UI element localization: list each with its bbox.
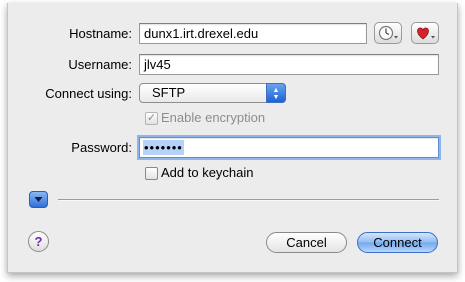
protocol-popup[interactable]: SFTP ▲ ▼ [139,83,286,103]
password-label: Password: [71,140,132,155]
checkmark-icon: ✓ [146,112,157,124]
keychain-label: Add to keychain [161,165,254,180]
help-icon: ? [34,234,43,249]
connect-using-label: Connect using: [45,86,132,101]
keychain-checkbox[interactable] [145,167,158,180]
separator [58,199,439,200]
username-label: Username: [68,57,132,72]
heart-icon [417,27,435,40]
password-value: ••••••• [143,140,184,155]
hostname-field[interactable]: dunx1.irt.drexel.edu [139,23,367,44]
history-button[interactable] [374,22,402,44]
up-down-arrows-icon: ▲ ▼ [266,83,286,103]
options-disclosure-button[interactable] [29,191,48,208]
protocol-value: SFTP [152,85,186,100]
username-field[interactable]: jlv45 [139,54,439,75]
disclosure-triangle-icon [34,197,43,202]
clock-icon [378,25,398,41]
password-field[interactable]: ••••••• [139,137,439,158]
help-button[interactable]: ? [28,231,49,252]
connect-dialog: Hostname: dunx1.irt.drexel.edu Username:… [7,3,458,273]
favorites-button[interactable] [411,22,439,44]
connect-button[interactable]: Connect [357,232,438,253]
encryption-label: Enable encryption [161,110,266,125]
encryption-checkbox[interactable]: ✓ [145,112,158,125]
cancel-button[interactable]: Cancel [266,232,347,253]
hostname-label: Hostname: [69,26,132,41]
